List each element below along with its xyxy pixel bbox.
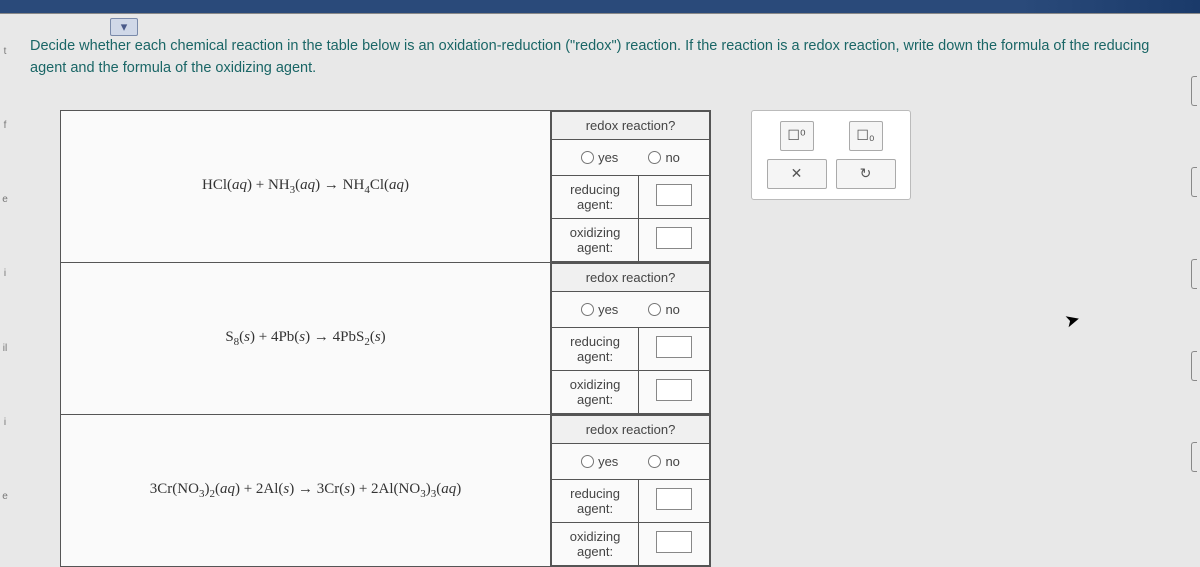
reaction-table: HCl(aq) + NH3(aq) → NH4Cl(aq) redox reac… [60,110,711,567]
subscript-button[interactable]: ☐₀ [849,121,883,151]
reset-button[interactable]: ↻ [836,159,896,189]
reaction-equation-2: S8(s) + 4Pb(s) → 4PbS2(s) [61,262,551,414]
reducing-agent-label: reducing agent: [552,175,639,218]
table-row: HCl(aq) + NH3(aq) → NH4Cl(aq) redox reac… [61,110,711,262]
reducing-agent-input-3[interactable] [656,488,692,510]
oxidizing-agent-input-1[interactable] [656,227,692,249]
table-row: 3Cr(NO3)2(aq) + 2Al(s) → 3Cr(s) + 2Al(NO… [61,414,711,566]
clear-button[interactable]: ✕ [767,159,827,189]
table-row: S8(s) + 4Pb(s) → 4PbS2(s) redox reaction… [61,262,711,414]
reducing-agent-label: reducing agent: [552,327,639,370]
superscript-button[interactable]: ☐⁰ [780,121,814,151]
dropdown-toggle[interactable]: ▾ [110,18,138,36]
oxidizing-agent-label: oxidizing agent: [552,218,639,261]
reset-icon: ↻ [860,165,872,182]
right-edge-handles [1188,14,1200,534]
redox-question-label: redox reaction? [552,111,710,139]
x-icon: ✕ [791,165,803,182]
radio-yes-1[interactable]: yes [581,150,618,165]
radio-yes-3[interactable]: yes [581,454,618,469]
formula-tool-panel: ☐⁰ ☐₀ ✕ ↻ [751,110,911,200]
reaction-equation-3: 3Cr(NO3)2(aq) + 2Al(s) → 3Cr(s) + 2Al(NO… [61,414,551,566]
oxidizing-agent-label: oxidizing agent: [552,522,639,565]
left-margin-marks: t f e i il i e [0,14,10,534]
radio-no-2[interactable]: no [648,302,679,317]
reducing-agent-label: reducing agent: [552,479,639,522]
reducing-agent-input-1[interactable] [656,184,692,206]
radio-yes-2[interactable]: yes [581,302,618,317]
question-instructions: Decide whether each chemical reaction in… [0,14,1200,90]
chevron-down-icon: ▾ [121,19,128,35]
reducing-agent-input-2[interactable] [656,336,692,358]
reaction-equation-1: HCl(aq) + NH3(aq) → NH4Cl(aq) [61,110,551,262]
radio-no-3[interactable]: no [648,454,679,469]
redox-question-label: redox reaction? [552,415,710,443]
window-title-bar [0,0,1200,14]
redox-question-label: redox reaction? [552,263,710,291]
oxidizing-agent-input-3[interactable] [656,531,692,553]
radio-no-1[interactable]: no [648,150,679,165]
oxidizing-agent-input-2[interactable] [656,379,692,401]
oxidizing-agent-label: oxidizing agent: [552,370,639,413]
